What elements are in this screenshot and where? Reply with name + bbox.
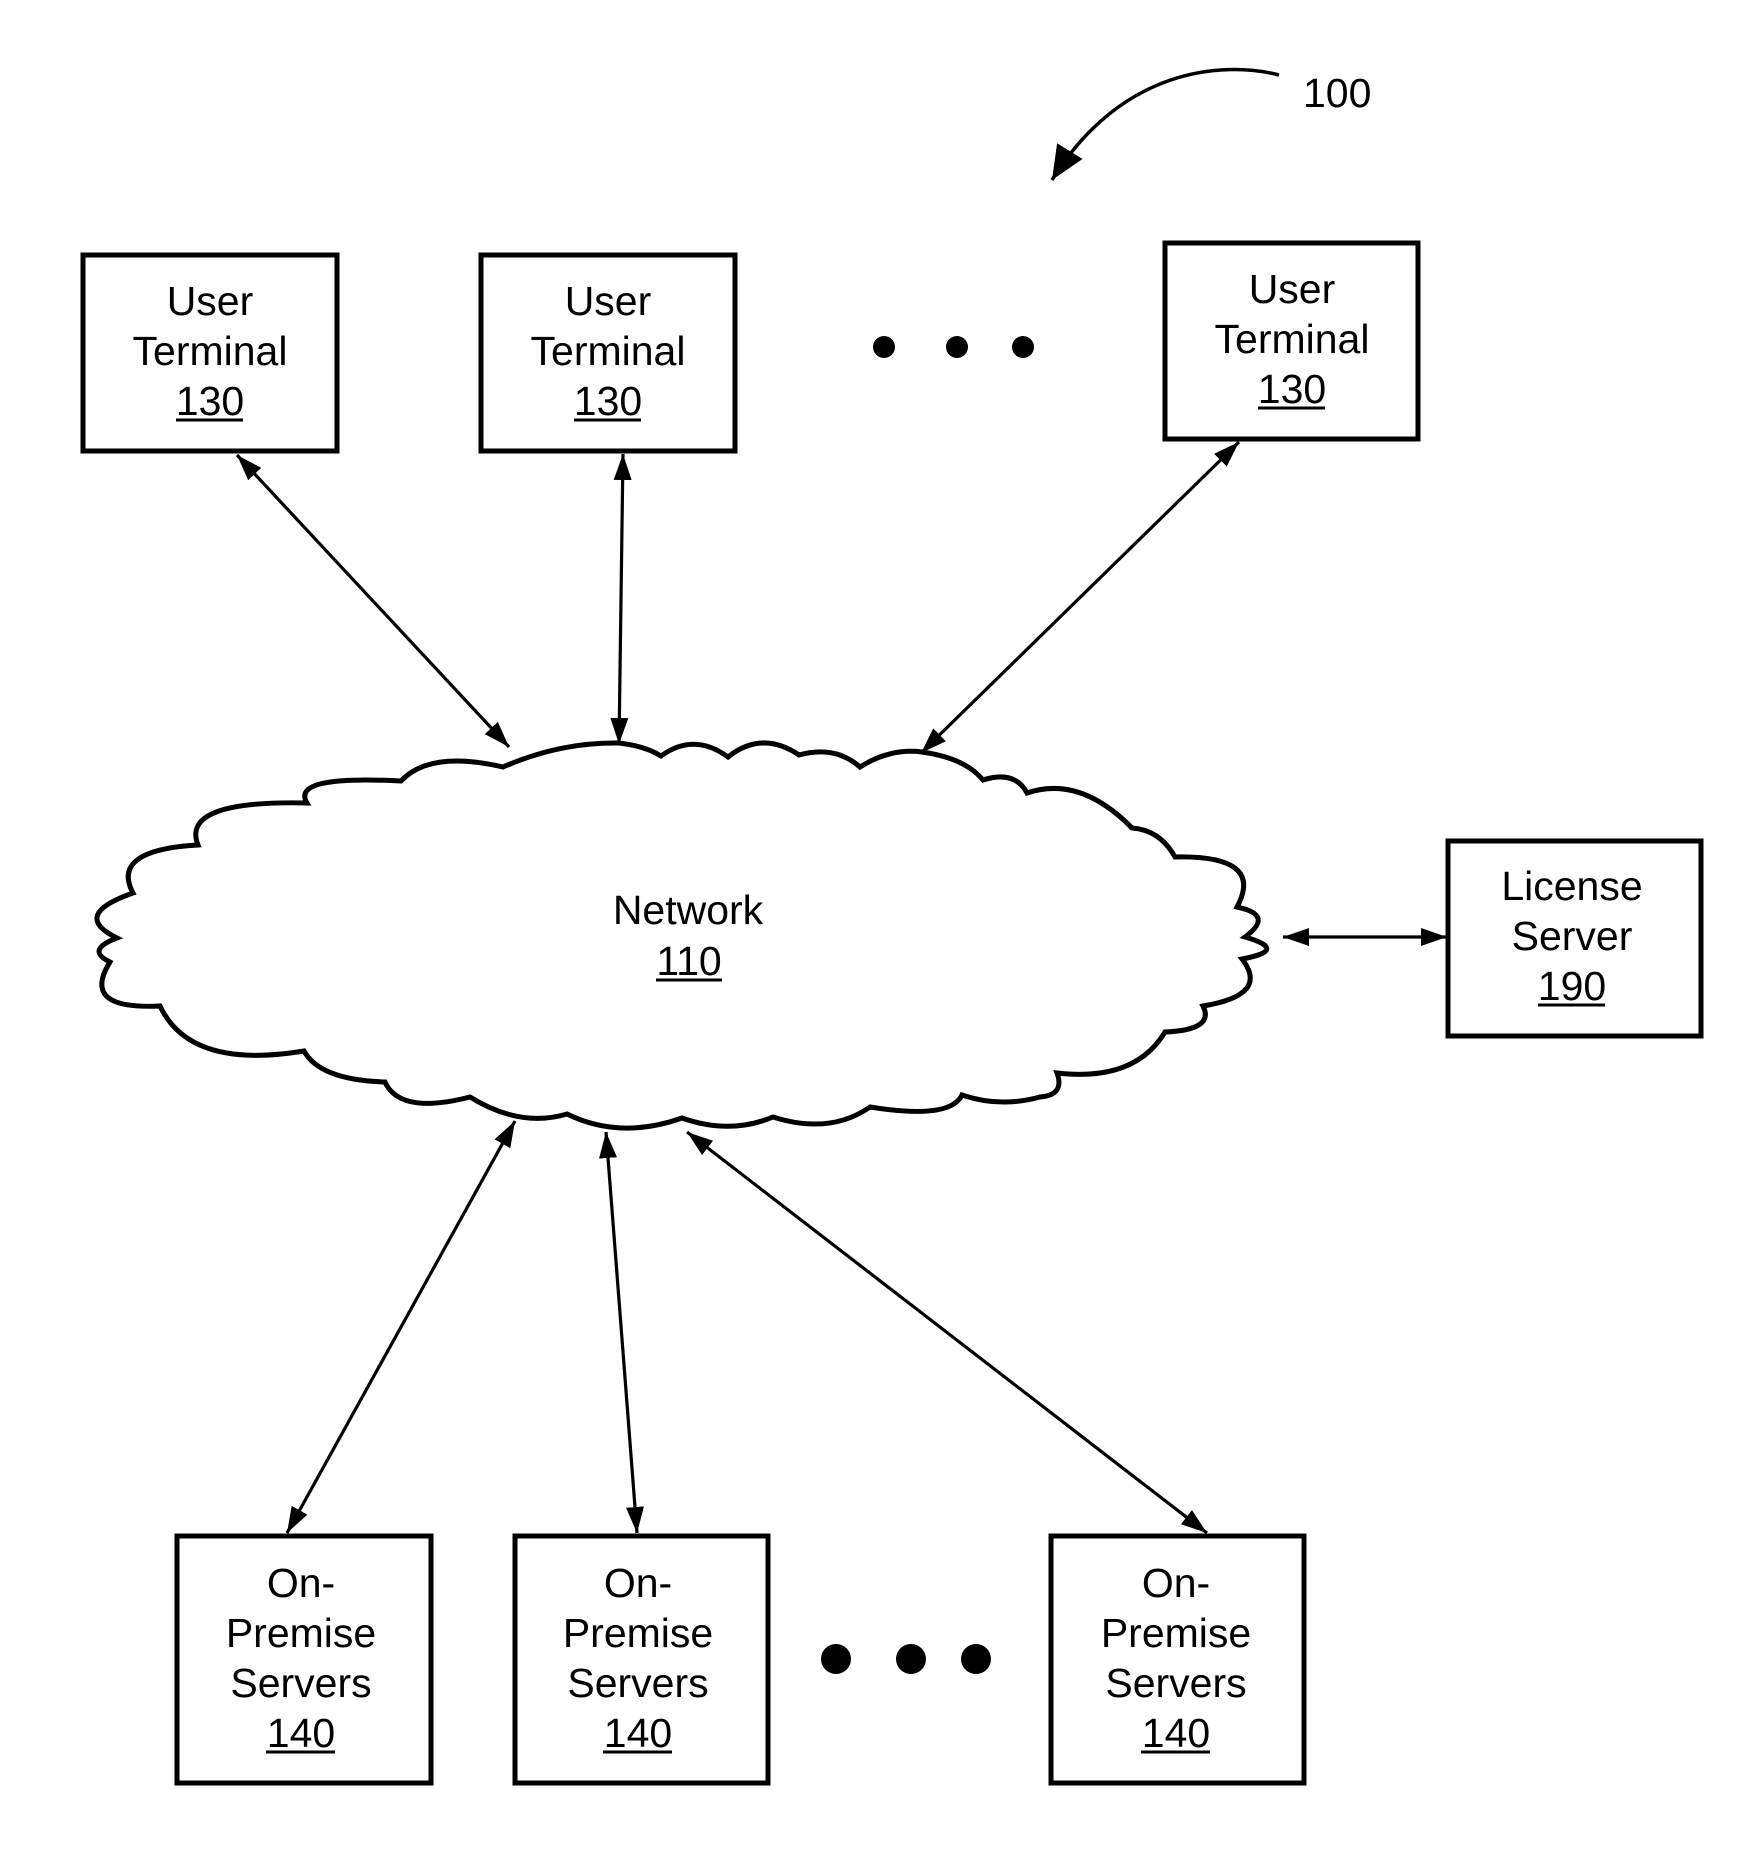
ellipsis-dot	[896, 1644, 926, 1674]
connector-terminal-1-network	[235, 453, 511, 749]
reference-pointer-arrow	[1050, 67, 1280, 181]
user-terminal-ref: 130	[1258, 366, 1326, 412]
user-terminal-ref: 130	[574, 378, 642, 424]
user-terminal-3[interactable]: User Terminal 130	[1162, 240, 1421, 442]
license-server-ref: 190	[1538, 963, 1606, 1009]
on-premise-servers-label-line1: On-	[1142, 1560, 1210, 1606]
on-premise-servers-2[interactable]: On- Premise Servers 140	[512, 1533, 771, 1786]
user-terminal-label-line1: User	[565, 278, 652, 324]
ellipsis-dot	[873, 336, 895, 358]
connector-terminal-3-network	[919, 440, 1241, 755]
on-premise-servers-ref: 140	[267, 1710, 335, 1756]
on-premise-servers-label-line1: On-	[604, 1560, 672, 1606]
system-diagram: 100 Network 110 User Terminal 130 User T…	[80, 67, 1704, 1786]
connector-network-servers-2	[599, 1131, 644, 1534]
user-terminal-label-line1: User	[167, 278, 254, 324]
user-terminal-ref: 130	[176, 378, 244, 424]
figure-reference-label: 100	[1303, 70, 1371, 116]
on-premise-servers-label-line3: Servers	[230, 1660, 371, 1706]
user-terminal-1[interactable]: User Terminal 130	[80, 252, 340, 454]
ellipsis-dot	[1012, 336, 1034, 358]
connector-network-servers-1	[285, 1120, 517, 1534]
on-premise-servers-ref: 140	[1142, 1710, 1210, 1756]
on-premise-servers-ref: 140	[604, 1710, 672, 1756]
user-terminal-label-line2: Terminal	[133, 328, 288, 374]
ellipsis-dot	[946, 336, 968, 358]
servers-ellipsis	[821, 1644, 991, 1674]
on-premise-servers-1[interactable]: On- Premise Servers 140	[174, 1533, 434, 1786]
license-server-label-line1: License	[1501, 863, 1642, 909]
ellipsis-dot	[821, 1644, 851, 1674]
network-label: Network	[613, 887, 764, 933]
license-server-label-line2: Server	[1512, 913, 1633, 959]
connector-network-servers-3	[686, 1130, 1208, 1535]
cloud-shape	[94, 740, 1270, 1131]
on-premise-servers-label-line3: Servers	[1105, 1660, 1246, 1706]
figure-reference: 100	[1050, 67, 1371, 181]
connector-terminal-2-network	[610, 453, 632, 745]
terminals-ellipsis	[873, 336, 1034, 358]
on-premise-servers-label-line2: Premise	[226, 1610, 376, 1656]
user-terminal-2[interactable]: User Terminal 130	[478, 252, 738, 454]
network-ref: 110	[656, 938, 721, 984]
network-cloud[interactable]: Network 110	[94, 740, 1270, 1131]
user-terminal-label-line2: Terminal	[1215, 316, 1370, 362]
on-premise-servers-3[interactable]: On- Premise Servers 140	[1048, 1533, 1307, 1786]
ellipsis-dot	[961, 1644, 991, 1674]
on-premise-servers-label-line1: On-	[267, 1560, 335, 1606]
license-server[interactable]: License Server 190	[1445, 838, 1704, 1039]
on-premise-servers-label-line3: Servers	[567, 1660, 708, 1706]
on-premise-servers-label-line2: Premise	[563, 1610, 713, 1656]
user-terminal-label-line1: User	[1249, 266, 1336, 312]
on-premise-servers-label-line2: Premise	[1101, 1610, 1251, 1656]
user-terminal-label-line2: Terminal	[531, 328, 686, 374]
